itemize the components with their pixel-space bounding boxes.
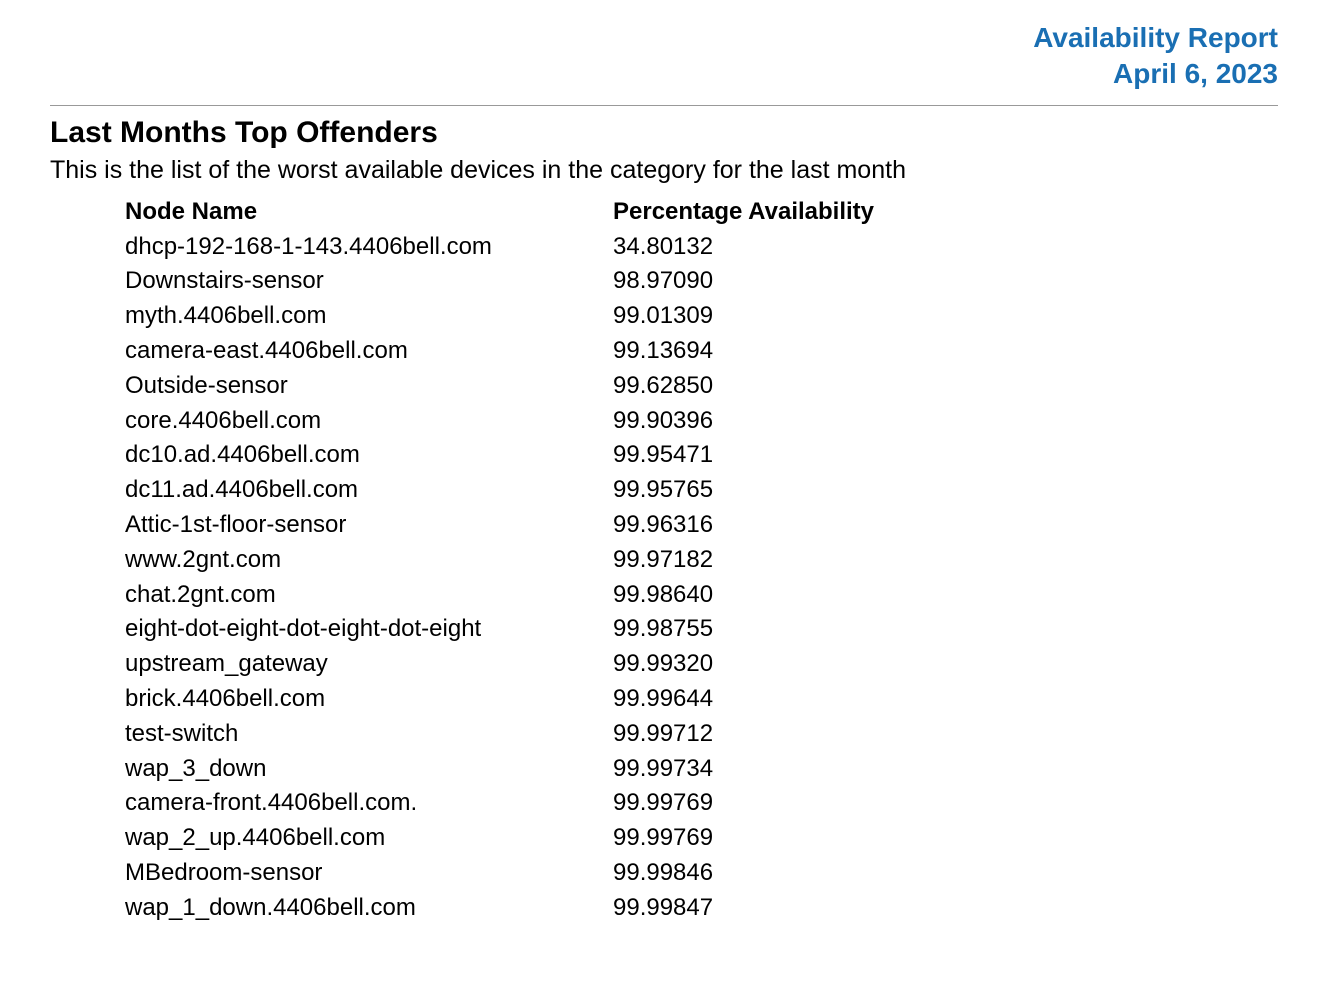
cell-percentage: 99.96316	[613, 508, 913, 543]
cell-node-name: Outside-sensor	[125, 369, 613, 404]
cell-node-name: wap_1_down.4406bell.com	[125, 891, 613, 926]
cell-percentage: 99.99320	[613, 647, 913, 682]
cell-percentage: 99.99847	[613, 891, 913, 926]
cell-node-name: camera-east.4406bell.com	[125, 334, 613, 369]
table-row: MBedroom-sensor99.99846	[125, 856, 1278, 891]
table-row: dc11.ad.4406bell.com99.95765	[125, 473, 1278, 508]
cell-percentage: 99.98755	[613, 612, 913, 647]
table-row: eight-dot-eight-dot-eight-dot-eight99.98…	[125, 612, 1278, 647]
cell-percentage: 99.98640	[613, 578, 913, 613]
column-header-node: Node Name	[125, 195, 613, 230]
report-date: April 6, 2023	[50, 56, 1278, 92]
table-row: myth.4406bell.com99.01309	[125, 299, 1278, 334]
cell-node-name: Downstairs-sensor	[125, 264, 613, 299]
table-row: Outside-sensor99.62850	[125, 369, 1278, 404]
report-title: Availability Report	[50, 20, 1278, 56]
cell-percentage: 98.97090	[613, 264, 913, 299]
table-row: dc10.ad.4406bell.com99.95471	[125, 438, 1278, 473]
table-row: brick.4406bell.com99.99644	[125, 682, 1278, 717]
table-row: Downstairs-sensor98.97090	[125, 264, 1278, 299]
cell-node-name: test-switch	[125, 717, 613, 752]
cell-percentage: 99.99769	[613, 786, 913, 821]
cell-node-name: core.4406bell.com	[125, 404, 613, 439]
cell-node-name: chat.2gnt.com	[125, 578, 613, 613]
cell-percentage: 99.90396	[613, 404, 913, 439]
cell-node-name: upstream_gateway	[125, 647, 613, 682]
section-title: Last Months Top Offenders	[50, 116, 1278, 150]
cell-percentage: 99.95471	[613, 438, 913, 473]
table-row: Attic-1st-floor-sensor99.96316	[125, 508, 1278, 543]
cell-percentage: 99.99846	[613, 856, 913, 891]
cell-node-name: MBedroom-sensor	[125, 856, 613, 891]
cell-node-name: dhcp-192-168-1-143.4406bell.com	[125, 230, 613, 265]
table-row: test-switch99.99712	[125, 717, 1278, 752]
cell-node-name: brick.4406bell.com	[125, 682, 613, 717]
table-body: dhcp-192-168-1-143.4406bell.com34.80132D…	[125, 230, 1278, 926]
cell-node-name: wap_2_up.4406bell.com	[125, 821, 613, 856]
cell-percentage: 99.99769	[613, 821, 913, 856]
table-row: camera-east.4406bell.com99.13694	[125, 334, 1278, 369]
cell-node-name: dc10.ad.4406bell.com	[125, 438, 613, 473]
cell-node-name: wap_3_down	[125, 752, 613, 787]
cell-percentage: 99.95765	[613, 473, 913, 508]
cell-node-name: myth.4406bell.com	[125, 299, 613, 334]
cell-node-name: dc11.ad.4406bell.com	[125, 473, 613, 508]
table-row: wap_2_up.4406bell.com99.99769	[125, 821, 1278, 856]
cell-node-name: www.2gnt.com	[125, 543, 613, 578]
cell-node-name: Attic-1st-floor-sensor	[125, 508, 613, 543]
table-row: wap_1_down.4406bell.com99.99847	[125, 891, 1278, 926]
cell-percentage: 99.97182	[613, 543, 913, 578]
offenders-table: Node Name Percentage Availability dhcp-1…	[125, 195, 1278, 926]
table-row: wap_3_down99.99734	[125, 752, 1278, 787]
cell-percentage: 99.99712	[613, 717, 913, 752]
cell-percentage: 99.62850	[613, 369, 913, 404]
cell-percentage: 99.99644	[613, 682, 913, 717]
cell-percentage: 99.13694	[613, 334, 913, 369]
table-row: camera-front.4406bell.com.99.99769	[125, 786, 1278, 821]
cell-percentage: 34.80132	[613, 230, 913, 265]
table-row: dhcp-192-168-1-143.4406bell.com34.80132	[125, 230, 1278, 265]
cell-percentage: 99.01309	[613, 299, 913, 334]
table-header: Node Name Percentage Availability	[125, 195, 1278, 230]
table-row: upstream_gateway99.99320	[125, 647, 1278, 682]
cell-node-name: eight-dot-eight-dot-eight-dot-eight	[125, 612, 613, 647]
cell-node-name: camera-front.4406bell.com.	[125, 786, 613, 821]
table-row: core.4406bell.com99.90396	[125, 404, 1278, 439]
table-row: www.2gnt.com99.97182	[125, 543, 1278, 578]
table-row: chat.2gnt.com99.98640	[125, 578, 1278, 613]
report-header: Availability Report April 6, 2023	[50, 20, 1278, 106]
cell-percentage: 99.99734	[613, 752, 913, 787]
section-description: This is the list of the worst available …	[50, 156, 1278, 185]
column-header-pct: Percentage Availability	[613, 195, 913, 230]
